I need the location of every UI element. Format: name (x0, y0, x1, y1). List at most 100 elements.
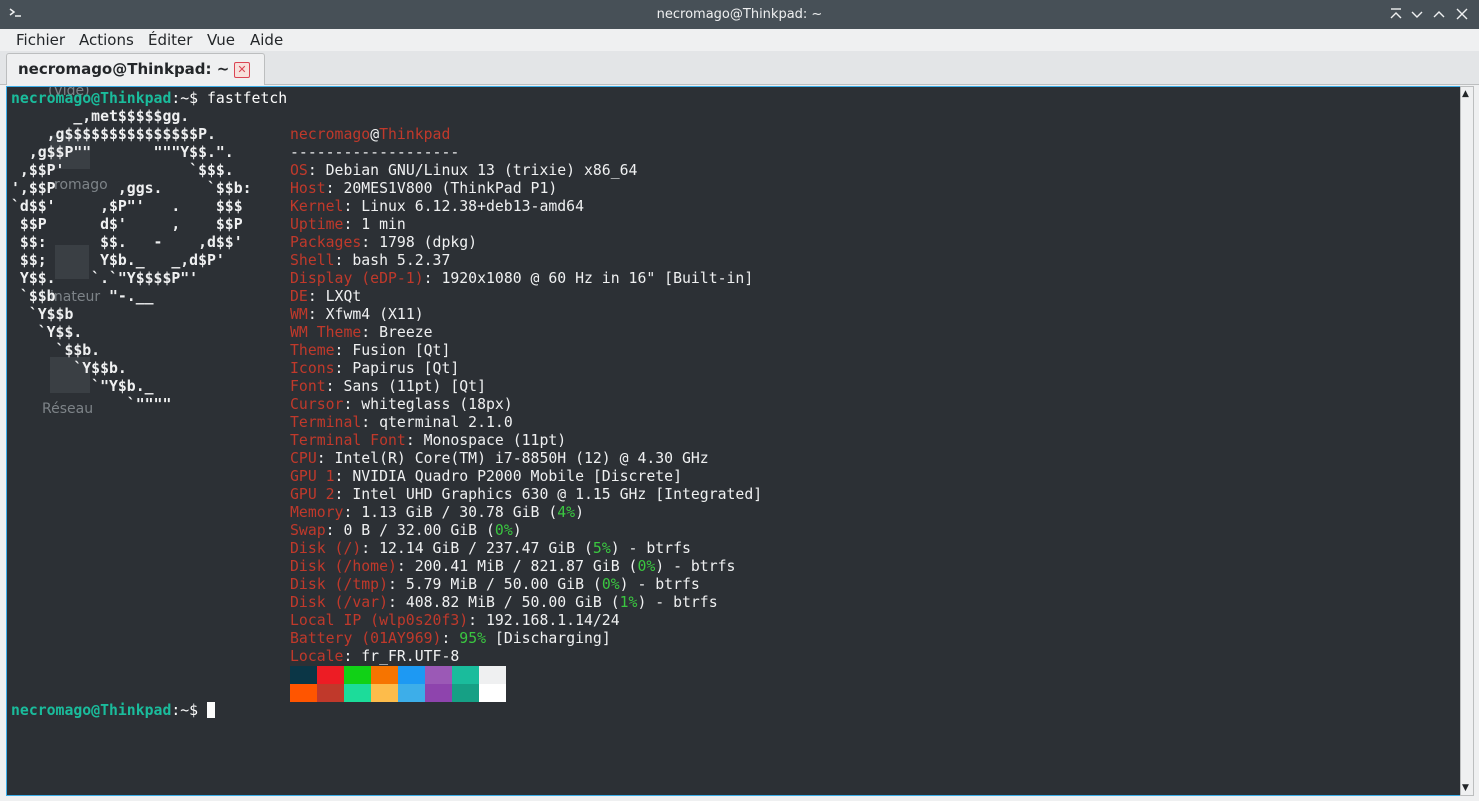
info-line: Theme: Fusion [Qt] (290, 342, 762, 360)
info-key: Kernel (290, 198, 344, 215)
scrollbar[interactable]: ▲ ▼ (1460, 86, 1474, 796)
info-line: CPU: Intel(R) Core(TM) i7-8850H (12) @ 4… (290, 450, 762, 468)
info-tail: ) - btrfs (655, 558, 736, 575)
palette-swatch (290, 684, 317, 702)
info-key: DE (290, 288, 308, 305)
info-key: WM (290, 306, 308, 323)
menu-fichier[interactable]: Fichier (16, 31, 65, 49)
palette-swatch (398, 666, 425, 684)
info-line: Disk (/home): 200.41 MiB / 821.87 GiB (0… (290, 558, 762, 576)
prompt-user-host: necromago@Thinkpad (11, 90, 172, 107)
info-line: Host: 20MES1V800 (ThinkPad P1) (290, 180, 762, 198)
info-value: : Fusion [Qt] (334, 342, 451, 359)
info-value: : 1798 (dpkg) (361, 234, 478, 251)
tab-label: necromago@Thinkpad: ~ (18, 60, 230, 78)
ascii-logo-line: Y$$. `.`"Y$$$$P"' (11, 270, 199, 287)
info-value: : NVIDIA Quadro P2000 Mobile [Discrete] (334, 468, 682, 485)
info-key: Battery (01AY969) (290, 630, 442, 647)
info-value: : Xfwm4 (X11) (307, 306, 424, 323)
keep-above-icon[interactable] (1388, 6, 1404, 22)
info-line: Battery (01AY969): 95% [Discharging] (290, 630, 762, 648)
ascii-logo-line: `$$b. (11, 342, 101, 359)
ascii-logo-line: `$$b "-.__ (11, 288, 154, 305)
text-cursor (207, 702, 215, 718)
info-key: Icons (290, 360, 335, 377)
command-text: fastfetch (207, 90, 288, 107)
info-value: : 1 min (343, 216, 406, 233)
info-line: Terminal Font: Monospace (11pt) (290, 432, 762, 450)
info-value: : Linux 6.12.38+deb13-amd64 (343, 198, 584, 215)
ascii-logo-line: ,g$$P"" """Y$$.". (11, 144, 234, 161)
menu-actions[interactable]: Actions (79, 31, 134, 49)
info-line: Packages: 1798 (dpkg) (290, 234, 762, 252)
info-key: Memory (290, 504, 344, 521)
menu-bar: Fichier Actions Éditer Vue Aide (0, 29, 1479, 51)
tab-terminal[interactable]: necromago@Thinkpad: ~ ✕ (6, 53, 265, 85)
palette-swatch (317, 666, 344, 684)
ascii-logo-line: _,met$$$$$gg. (11, 108, 190, 125)
ascii-logo-line: $$: $$. - ,d$$' (11, 234, 243, 251)
info-value: : 0 B / 32.00 GiB ( (325, 522, 495, 539)
header-separator: ------------------- (290, 144, 460, 161)
palette-swatch (452, 666, 479, 684)
minimize-icon[interactable] (1409, 6, 1425, 22)
info-line: Cursor: whiteglass (18px) (290, 396, 762, 414)
info-key: Terminal (290, 414, 362, 431)
info-value: : 5.79 MiB / 50.00 GiB ( (388, 576, 602, 593)
info-line: WM Theme: Breeze (290, 324, 762, 342)
header-line: necromago@Thinkpad (290, 126, 762, 144)
info-tail: [Discharging] (486, 630, 611, 647)
palette-swatch (371, 684, 398, 702)
info-value: : 408.82 MiB / 50.00 GiB ( (388, 594, 620, 611)
info-tail: ) - btrfs (637, 594, 718, 611)
info-value: : Intel(R) Core(TM) i7-8850H (12) @ 4.30… (316, 450, 709, 467)
info-tail: ) - btrfs (619, 576, 700, 593)
info-key: Disk (/var) (290, 594, 388, 611)
info-key: Disk (/home) (290, 558, 397, 575)
info-line: GPU 1: NVIDIA Quadro P2000 Mobile [Discr… (290, 468, 762, 486)
info-line: Memory: 1.13 GiB / 30.78 GiB (4%) (290, 504, 762, 522)
info-key: Host (290, 180, 326, 197)
info-value: : 200.41 MiB / 821.87 GiB ( (396, 558, 638, 575)
info-line: Disk (/): 12.14 GiB / 237.47 GiB (5%) - … (290, 540, 762, 558)
tab-close-icon[interactable]: ✕ (234, 62, 250, 78)
info-key: Locale (290, 648, 344, 665)
scroll-up-icon[interactable]: ▲ (1462, 89, 1469, 99)
close-icon[interactable] (1454, 6, 1470, 22)
debian-ascii-logo: _,met$$$$$gg. ,g$$$$$$$$$$$$$$$P. ,g$$P"… (11, 108, 252, 414)
info-key: Display (eDP-1) (290, 270, 424, 287)
info-tail: ) - btrfs (610, 540, 691, 557)
terminal-view[interactable]: (Vide) romago inateur Réseau necromago@T… (6, 86, 1461, 796)
palette-swatch (290, 666, 317, 684)
info-key: Font (290, 378, 326, 395)
info-value: : Monospace (11pt) (405, 432, 567, 449)
ascii-logo-line: `"Y$b._ (11, 378, 154, 395)
ascii-logo-line: `Y$$b. (11, 360, 127, 377)
info-key: Disk (/) (290, 540, 362, 557)
menu-aide[interactable]: Aide (250, 31, 283, 49)
info-tail: ) (512, 522, 522, 539)
info-line: Display (eDP-1): 1920x1080 @ 60 Hz in 16… (290, 270, 762, 288)
info-key: Uptime (290, 216, 344, 233)
prompt-line-command: necromago@Thinkpad:~$ fastfetch (11, 90, 287, 108)
menu-vue[interactable]: Vue (207, 31, 235, 49)
scroll-down-icon[interactable]: ▼ (1462, 783, 1469, 793)
info-key: OS (290, 162, 308, 179)
header-at: @ (370, 126, 380, 143)
palette-swatch (398, 684, 425, 702)
window-title: necromago@Thinkpad: ~ (656, 7, 823, 22)
info-key: GPU 1 (290, 468, 335, 485)
info-value: : Papirus [Qt] (334, 360, 460, 377)
info-line: Locale: fr_FR.UTF-8 (290, 648, 762, 666)
palette-swatch (371, 666, 398, 684)
info-line: Icons: Papirus [Qt] (290, 360, 762, 378)
palette-swatch (344, 684, 371, 702)
info-percent: 1% (619, 594, 638, 611)
maximize-icon[interactable] (1431, 6, 1447, 22)
prompt-line-current[interactable]: necromago@Thinkpad:~$ (11, 702, 215, 720)
info-line: GPU 2: Intel UHD Graphics 630 @ 1.15 GHz… (290, 486, 762, 504)
palette-swatch (425, 666, 452, 684)
menu-editer[interactable]: Éditer (148, 31, 192, 49)
info-value: : 1920x1080 @ 60 Hz in 16" [Built-in] (423, 270, 754, 287)
info-key: Local IP (wlp0s20f3) (290, 612, 469, 629)
